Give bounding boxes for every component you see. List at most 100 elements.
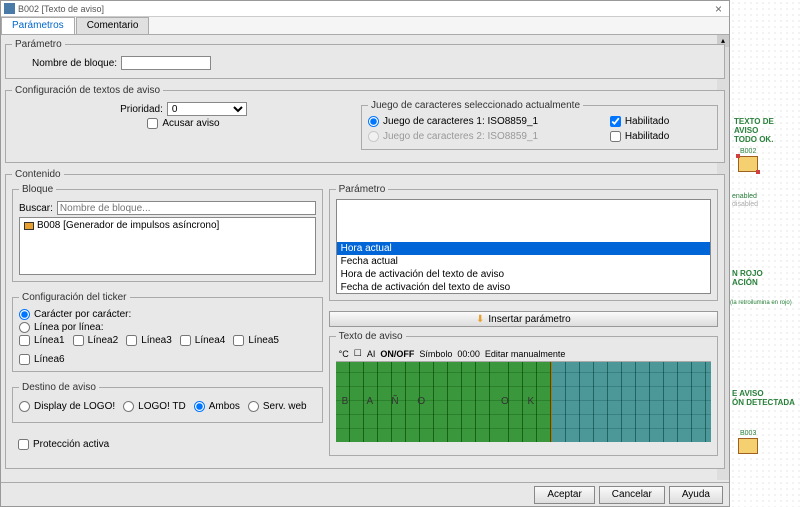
message-toolbar: °C ☐ AI ON/OFF Símbolo 00:00 Editar manu… — [336, 346, 711, 362]
window-title: B002 [Texto de aviso] — [18, 4, 104, 14]
group-charset: Juego de caracteres seleccionado actualm… — [361, 100, 718, 150]
charset1-enabled[interactable] — [610, 116, 621, 127]
grid-right[interactable] — [552, 362, 711, 442]
ticker-line-radio[interactable] — [19, 322, 30, 333]
legend: Destino de aviso — [19, 382, 99, 393]
dest-radio[interactable] — [248, 401, 259, 412]
block-name-input[interactable] — [121, 56, 211, 70]
line-checkbox[interactable] — [73, 335, 84, 346]
group-ticker: Configuración del ticker Carácter por ca… — [12, 292, 323, 372]
legend: Parámetro — [12, 39, 65, 50]
line-checkbox[interactable] — [126, 335, 137, 346]
legend: Texto de aviso — [336, 331, 406, 342]
line-checkbox[interactable] — [19, 354, 30, 365]
search-input[interactable] — [57, 201, 316, 215]
param-item[interactable]: Hora de activación del texto de aviso — [337, 268, 710, 281]
legend: Parámetro — [336, 184, 389, 195]
arrow-down-icon: ⬇ — [476, 314, 484, 325]
diagram-canvas[interactable]: TEXTO DE AVISOTODO OK. B002 enabled disa… — [730, 0, 800, 507]
param-listbox[interactable]: Hora actualFecha actualHora de activació… — [336, 199, 711, 294]
priority-label: Prioridad: — [120, 104, 163, 115]
line-label: Línea3 — [141, 335, 172, 346]
tool-time[interactable]: 00:00 — [457, 349, 480, 359]
tab-comentario[interactable]: Comentario — [76, 17, 150, 34]
block-icon — [24, 222, 34, 230]
tool-cursor[interactable]: ☐ — [354, 348, 362, 359]
dest-radio[interactable] — [19, 401, 30, 412]
param-item[interactable]: Hora actual — [337, 242, 710, 255]
charset1-radio[interactable] — [368, 116, 379, 127]
tool-simbolo[interactable]: Símbolo — [419, 349, 452, 359]
line-checkbox[interactable] — [233, 335, 244, 346]
group-texto-aviso: Texto de aviso °C ☐ AI ON/OFF Símbolo 00… — [329, 331, 718, 456]
line-label: Línea1 — [34, 335, 65, 346]
dest-label: Serv. web — [263, 401, 307, 412]
priority-select[interactable]: 0 — [167, 102, 247, 116]
ack-checkbox[interactable] — [147, 118, 158, 129]
tool-ai[interactable]: AI — [367, 349, 376, 359]
proteccion-checkbox[interactable] — [18, 439, 29, 450]
insert-param-button[interactable]: ⬇ Insertar parámetro — [329, 311, 718, 327]
tool-degc[interactable]: °C — [339, 349, 349, 359]
insert-label: Insertar parámetro — [488, 314, 570, 325]
line-checkbox[interactable] — [180, 335, 191, 346]
legend: Bloque — [19, 184, 56, 195]
search-label: Buscar: — [19, 203, 53, 214]
enabled-label: Habilitado — [625, 116, 669, 127]
dialog-content: ▴ Parámetro Nombre de bloque: Configurac… — [1, 35, 729, 482]
grid-text: B A Ñ O — [336, 396, 495, 407]
line-label: Línea4 — [195, 335, 226, 346]
line-label: Línea2 — [88, 335, 119, 346]
list-item[interactable]: B008 [Generador de impulsos asíncrono] — [20, 218, 315, 233]
ack-label: Acusar aviso — [162, 118, 219, 129]
ticker-char-radio[interactable] — [19, 309, 30, 320]
ok-button[interactable]: Aceptar — [534, 486, 594, 504]
grid-left[interactable]: B A Ñ O — [336, 362, 495, 442]
line-label: Línea6 — [34, 354, 65, 365]
charset1-label: Juego de caracteres 1: ISO8859_1 — [383, 116, 538, 127]
enabled-label: Habilitado — [625, 131, 669, 142]
param-item[interactable]: Fecha de activación del texto de aviso — [337, 281, 710, 294]
proteccion-label: Protección activa — [33, 439, 109, 450]
group-bloque: Bloque Buscar: B008 [Generador de impuls… — [12, 184, 323, 282]
group-param-list: Parámetro Hora actualFecha actualHora de… — [329, 184, 718, 301]
group-proteccion: Protección activa — [12, 433, 323, 456]
disabled-text: disabled — [732, 201, 758, 208]
charset2-enabled[interactable] — [610, 131, 621, 142]
tab-parametros[interactable]: Parámetros — [1, 17, 75, 34]
line-label: Línea5 — [248, 335, 279, 346]
tool-onoff[interactable]: ON/OFF — [380, 349, 414, 359]
app-icon — [4, 3, 15, 14]
cancel-button[interactable]: Cancelar — [599, 486, 665, 504]
dest-radio[interactable] — [123, 401, 134, 412]
dest-radio[interactable] — [194, 401, 205, 412]
dest-label: LOGO! TD — [138, 401, 186, 412]
function-block-b002[interactable] — [738, 156, 758, 172]
param-item[interactable]: Fecha actual — [337, 255, 710, 268]
close-icon[interactable]: × — [711, 2, 726, 16]
dest-label: Ambos — [209, 401, 240, 412]
group-destino: Destino de aviso Display de LOGO! LOGO! T… — [12, 382, 323, 423]
block-list[interactable]: B008 [Generador de impulsos asíncrono] — [19, 217, 316, 275]
tab-bar: Parámetros Comentario — [1, 17, 729, 35]
group-config-textos: Configuración de textos de aviso Priorid… — [5, 85, 725, 163]
canvas-text: E AVISOÓN DETECTADA — [732, 390, 795, 408]
charset2-label: Juego de caracteres 2: ISO8859_1 — [383, 131, 538, 142]
line-checkbox[interactable] — [19, 335, 30, 346]
tool-editar[interactable]: Editar manualmente — [485, 349, 566, 359]
legend: Configuración del ticker — [19, 292, 130, 303]
canvas-text: N ROJOACIÓN — [732, 270, 763, 288]
enabled-text: enabled — [732, 193, 757, 200]
message-grid[interactable]: B A Ñ O O K — [336, 362, 711, 442]
dest-label: Display de LOGO! — [34, 401, 115, 412]
ticker-char-label: Carácter por carácter: — [34, 309, 131, 320]
charset2-radio[interactable] — [368, 131, 379, 142]
legend: Contenido — [12, 169, 64, 180]
group-contenido: Contenido Bloque Buscar: B008 [Generador… — [5, 169, 725, 469]
function-block-b003[interactable] — [738, 438, 758, 454]
block-name-label: Nombre de bloque: — [32, 58, 117, 69]
dialog-footer: Aceptar Cancelar Ayuda — [1, 482, 729, 506]
legend: Juego de caracteres seleccionado actualm… — [368, 100, 583, 111]
grid-mid[interactable]: O K — [495, 362, 551, 442]
help-button[interactable]: Ayuda — [669, 486, 723, 504]
